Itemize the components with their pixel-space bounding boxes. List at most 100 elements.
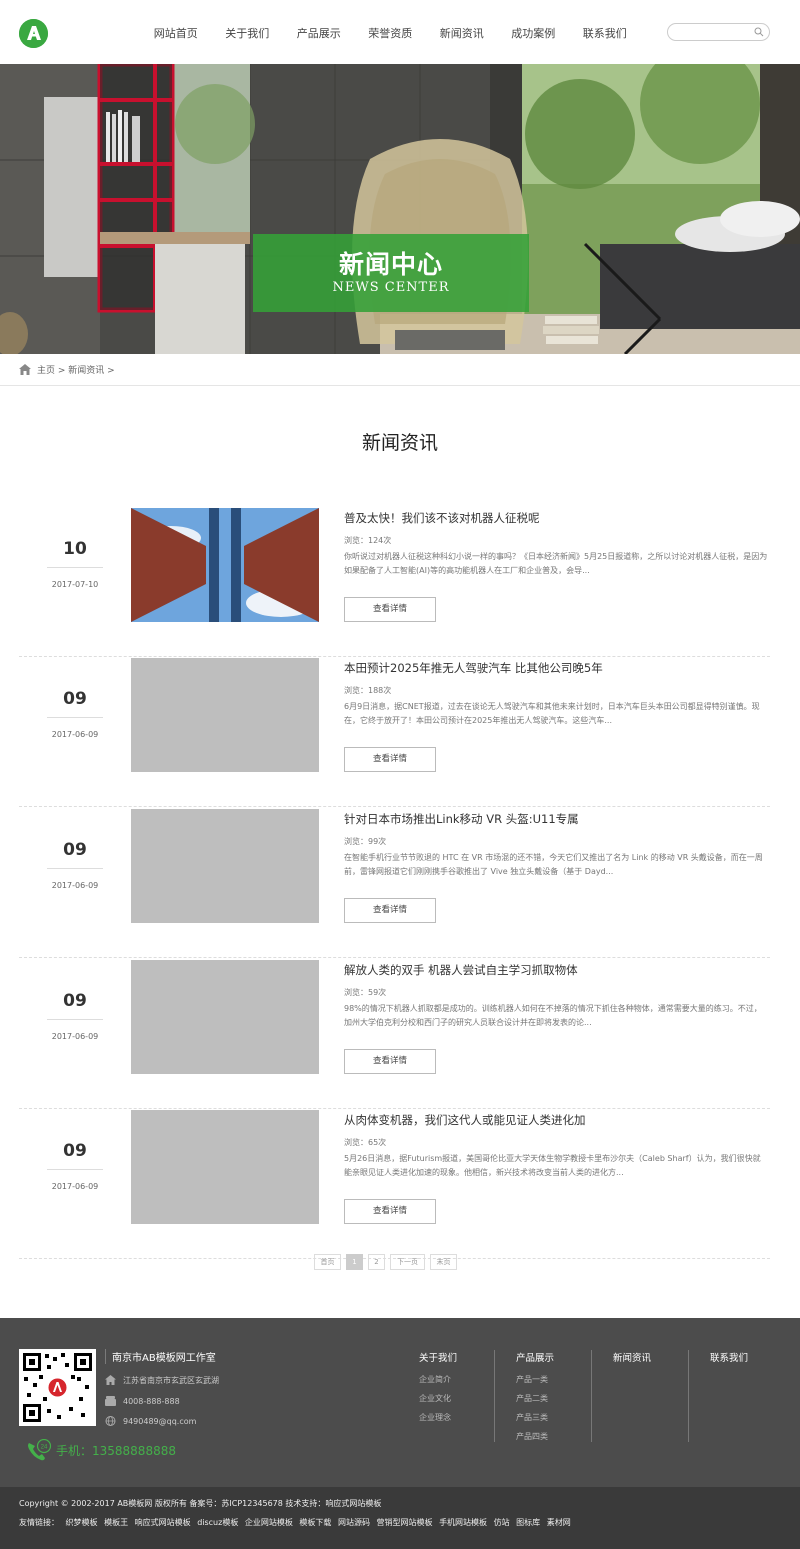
breadcrumb-separator: > [55, 366, 69, 376]
news-title[interactable]: 普及太快！我们该不该对机器人征税呢 [344, 510, 540, 526]
friend-link[interactable]: 素材网 [547, 1518, 571, 1527]
qr-code [19, 1349, 96, 1426]
skyscraper-image [131, 508, 319, 622]
footer-address-text: 江苏省南京市玄武区玄武湖 [123, 1376, 219, 1385]
copyright: Copyright © 2002-2017 AB模板网 版权所有 备案号：苏IC… [19, 1499, 382, 1508]
news-thumbnail[interactable] [131, 1110, 319, 1224]
friend-link[interactable]: 模板王 [104, 1518, 128, 1527]
news-thumbnail[interactable] [131, 508, 319, 622]
news-banner: 新闻中心 NEWS CENTER [0, 64, 800, 354]
page-1[interactable]: 1 [346, 1254, 363, 1270]
breadcrumb-text: 主页 > 新闻资讯 > [37, 363, 115, 376]
footer-link[interactable]: 企业理念 [419, 1412, 494, 1423]
footer-link[interactable]: 产品一类 [516, 1374, 591, 1385]
news-item: 09 2017-06-09 解放人类的双手 机器人尝试自主学习抓取物体 浏览：5… [19, 959, 770, 1109]
breadcrumb: 主页 > 新闻资讯 > [0, 354, 800, 386]
news-thumbnail[interactable] [131, 960, 319, 1074]
view-details-button[interactable]: 查看详情 [344, 1049, 436, 1074]
breadcrumb-current[interactable]: 新闻资讯 [68, 366, 104, 376]
view-details-button[interactable]: 查看详情 [344, 747, 436, 772]
friend-link[interactable]: 仿站 [494, 1518, 510, 1527]
news-item: 09 2017-06-09 本田预计2025年推无人驾驶汽车 比其他公司晚5年 … [19, 657, 770, 807]
footer-link[interactable]: 企业文化 [419, 1393, 494, 1404]
page-2[interactable]: 2 [368, 1254, 385, 1270]
nav-news[interactable]: 新闻资讯 [426, 25, 498, 41]
nav-contact[interactable]: 联系我们 [569, 25, 641, 41]
news-date: 2017-06-09 [51, 1032, 99, 1041]
news-title[interactable]: 解放人类的双手 机器人尝试自主学习抓取物体 [344, 962, 578, 978]
footer-col-title[interactable]: 联系我们 [689, 1350, 786, 1364]
view-details-button[interactable]: 查看详情 [344, 898, 436, 923]
friend-link[interactable]: 营销型网站模板 [377, 1518, 433, 1527]
footer-link[interactable]: 产品四类 [516, 1431, 591, 1442]
friend-link[interactable]: 模板下载 [299, 1518, 331, 1527]
date-divider [47, 1169, 103, 1170]
friend-link[interactable]: 织梦模板 [66, 1518, 98, 1527]
news-date: 2017-06-09 [51, 881, 99, 890]
nav-home[interactable]: 网站首页 [140, 25, 212, 41]
page-next[interactable]: 下一页 [390, 1254, 425, 1270]
logo-icon [19, 19, 48, 48]
footer-link[interactable]: 企业简介 [419, 1374, 494, 1385]
footer-col-about: 关于我们 企业简介 企业文化 企业理念 [398, 1350, 495, 1442]
friend-link[interactable]: 网站源码 [338, 1518, 370, 1527]
news-date: 2017-06-09 [51, 730, 99, 739]
footer-company-name: 南京市AB模板网工作室 [105, 1349, 216, 1364]
nav-cases[interactable]: 成功案例 [498, 25, 570, 41]
footer-col-title[interactable]: 产品展示 [495, 1350, 591, 1364]
friend-link[interactable]: 企业网站模板 [245, 1518, 293, 1527]
date-divider [47, 717, 103, 718]
nav-products[interactable]: 产品展示 [283, 25, 355, 41]
friend-link[interactable]: 响应式网站模板 [135, 1518, 191, 1527]
news-title[interactable]: 从肉体变机器，我们这代人或能见证人类进化加 [344, 1112, 586, 1128]
date-divider [47, 1019, 103, 1020]
friend-link[interactable]: 手机网站模板 [439, 1518, 487, 1527]
news-item: 09 2017-06-09 针对日本市场推出Link移动 VR 头盔:U11专属… [19, 808, 770, 958]
footer-address: 江苏省南京市玄武区玄武湖 [105, 1375, 219, 1386]
svg-text:24: 24 [41, 1445, 48, 1451]
news-views: 浏览：59次 [344, 988, 387, 997]
friend-links-label: 友情链接： [19, 1518, 59, 1527]
nav-honors[interactable]: 荣誉资质 [355, 25, 427, 41]
footer-col-contact: 联系我们 [689, 1350, 786, 1442]
news-summary: 你听说过对机器人征税这种科幻小说一样的事吗？《日本经济新闻》5月25日报道称，之… [344, 552, 768, 575]
footer-link[interactable]: 产品二类 [516, 1393, 591, 1404]
friend-links: 友情链接： 织梦模板 模板王 响应式网站模板 discuz模板 企业网站模板 模… [19, 1517, 575, 1528]
footer-link[interactable]: 产品三类 [516, 1412, 591, 1423]
page-last[interactable]: 末页 [430, 1254, 457, 1270]
search-input[interactable] [676, 25, 754, 39]
news-thumbnail[interactable] [131, 658, 319, 772]
nav-about[interactable]: 关于我们 [212, 25, 284, 41]
news-thumbnail[interactable] [131, 809, 319, 923]
footer-col-title[interactable]: 关于我们 [398, 1350, 494, 1364]
news-views: 浏览：188次 [344, 686, 392, 695]
date-divider [47, 567, 103, 568]
page-first[interactable]: 首页 [314, 1254, 341, 1270]
view-details-button[interactable]: 查看详情 [344, 597, 436, 622]
phone-24h-icon: 24 [28, 1439, 52, 1461]
news-title[interactable]: 本田预计2025年推无人驾驶汽车 比其他公司晚5年 [344, 660, 603, 676]
banner-subtitle: NEWS CENTER [332, 280, 450, 295]
friend-link[interactable]: 图标库 [516, 1518, 540, 1527]
date-divider [47, 868, 103, 869]
logo[interactable] [19, 19, 48, 48]
view-details-button[interactable]: 查看详情 [344, 1199, 436, 1224]
news-summary: 在智能手机行业节节败退的 HTC 在 VR 市场混的还不错，今天它们又推出了名为… [344, 853, 763, 876]
news-title[interactable]: 针对日本市场推出Link移动 VR 头盔:U11专属 [344, 811, 579, 827]
breadcrumb-home[interactable]: 主页 [37, 366, 55, 376]
breadcrumb-trail: > [104, 366, 115, 376]
globe-icon [105, 1416, 116, 1426]
page-title: 新闻资讯 [361, 432, 438, 454]
friend-link[interactable]: discuz模板 [197, 1518, 238, 1527]
footer-phone: 4008-888-888 [105, 1396, 180, 1406]
telephone-icon [105, 1396, 116, 1406]
news-day: 09 [63, 689, 87, 709]
footer-col-title[interactable]: 新闻资讯 [592, 1350, 688, 1364]
news-summary: 5月26日消息，据Futurism报道，美国哥伦比亚大学天体生物学教授卡里布沙尔… [344, 1154, 761, 1177]
news-summary: 98%的情况下机器人抓取都是成功的。训练机器人如何在不掉落的情况下抓住各种物体，… [344, 1004, 762, 1027]
search-icon[interactable] [754, 27, 764, 37]
news-item: 09 2017-06-09 从肉体变机器，我们这代人或能见证人类进化加 浏览：6… [19, 1109, 770, 1259]
footer-email: 9490489@qq.com [105, 1416, 196, 1426]
news-views: 浏览：99次 [344, 837, 387, 846]
pagination: 首页 1 2 下一页 末页 [314, 1254, 462, 1270]
